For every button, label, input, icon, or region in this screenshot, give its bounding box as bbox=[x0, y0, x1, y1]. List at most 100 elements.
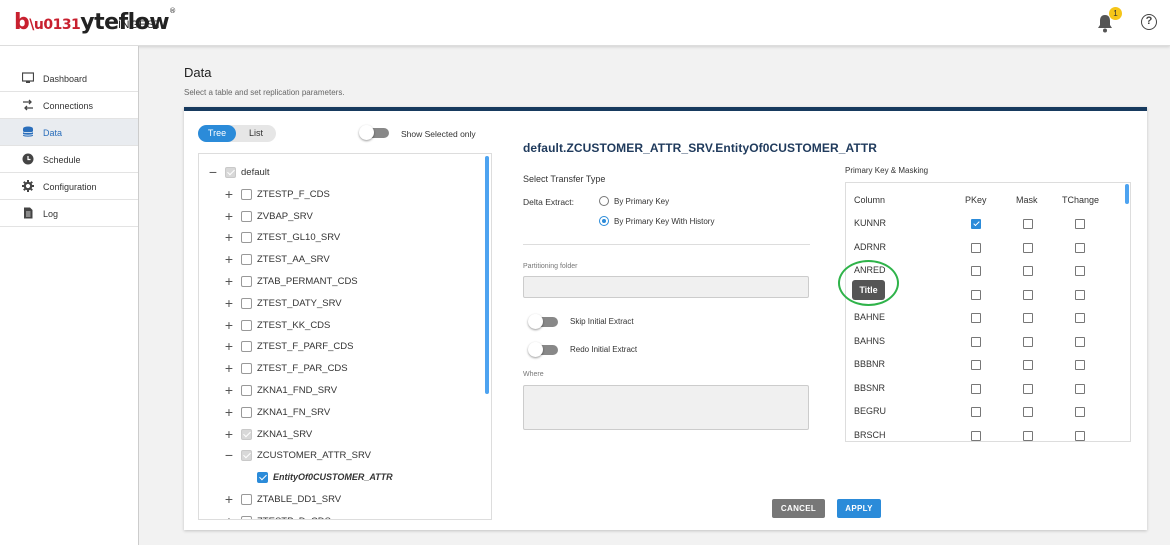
collapse-icon[interactable]: − bbox=[223, 448, 235, 462]
pk-mask-checkbox[interactable] bbox=[1023, 336, 1033, 347]
tree-checkbox[interactable] bbox=[241, 515, 252, 519]
sidebar-item-dashboard[interactable]: Dashboard bbox=[0, 65, 138, 92]
tree-node[interactable]: + ZKNA1_SRV bbox=[199, 425, 489, 445]
pk-pkey-checkbox[interactable] bbox=[971, 407, 981, 417]
tree-node[interactable]: + ZTEST_AA_SRV bbox=[199, 250, 489, 270]
expand-icon[interactable]: + bbox=[223, 274, 235, 288]
tree-node[interactable]: + ZTABLE_DD1_SRV bbox=[199, 490, 489, 510]
expand-icon[interactable]: + bbox=[223, 492, 235, 506]
tree-node[interactable]: + ZTAB_PERMANT_CDS bbox=[199, 272, 489, 292]
apply-button[interactable]: APPLY bbox=[837, 499, 881, 518]
pk-tchange-checkbox[interactable] bbox=[1075, 313, 1085, 323]
tree-checkbox[interactable] bbox=[241, 319, 252, 331]
tree-node[interactable]: + ZTEST_F_PARF_CDS bbox=[199, 337, 489, 357]
expand-icon[interactable]: + bbox=[223, 405, 235, 419]
where-input[interactable] bbox=[523, 385, 809, 430]
pk-pkey-checkbox[interactable] bbox=[971, 242, 981, 253]
sidebar-item-data[interactable]: Data bbox=[0, 119, 138, 146]
expand-icon[interactable]: + bbox=[223, 361, 235, 375]
pk-tchange-checkbox[interactable] bbox=[1075, 219, 1085, 229]
expand-icon[interactable]: + bbox=[223, 383, 235, 397]
tree-node[interactable]: + ZKNA1_FND_SRV bbox=[199, 381, 489, 401]
pk-mask-checkbox[interactable] bbox=[1023, 266, 1033, 276]
pk-pkey-checkbox[interactable] bbox=[971, 383, 981, 394]
expand-icon[interactable]: + bbox=[223, 230, 235, 244]
pk-tchange-checkbox[interactable] bbox=[1075, 430, 1085, 441]
pk-tchange-checkbox[interactable] bbox=[1075, 360, 1085, 370]
tree-node[interactable]: + ZTESTP_F_CDS bbox=[199, 185, 489, 205]
tree-checkbox[interactable] bbox=[241, 363, 252, 375]
expand-icon[interactable]: + bbox=[223, 187, 235, 201]
pk-pkey-checkbox[interactable] bbox=[971, 360, 981, 370]
expand-icon[interactable]: + bbox=[223, 209, 235, 223]
pk-pkey-checkbox[interactable] bbox=[971, 430, 981, 441]
collapse-icon[interactable]: − bbox=[207, 165, 219, 179]
redo-initial-extract-toggle[interactable] bbox=[528, 342, 558, 357]
sidebar-item-schedule[interactable]: Schedule bbox=[0, 146, 138, 173]
pk-mask-checkbox[interactable] bbox=[1023, 360, 1033, 370]
expand-icon[interactable]: + bbox=[223, 427, 235, 441]
pk-tchange-checkbox[interactable] bbox=[1075, 336, 1085, 347]
tree-checkbox[interactable] bbox=[241, 232, 252, 244]
tree-checkbox[interactable] bbox=[241, 341, 252, 353]
pk-scrollbar[interactable] bbox=[1125, 184, 1129, 204]
tree-checkbox[interactable] bbox=[241, 494, 252, 505]
tree-node[interactable]: + ZVBAP_SRV bbox=[199, 207, 489, 227]
tree-checkbox[interactable] bbox=[241, 188, 252, 200]
tree-node[interactable]: − ZCUSTOMER_ATTR_SRV bbox=[199, 446, 489, 466]
tree-checkbox[interactable] bbox=[257, 472, 268, 484]
pk-mask-checkbox[interactable] bbox=[1023, 407, 1033, 417]
cancel-button[interactable]: CANCEL bbox=[772, 499, 825, 518]
pk-tchange-checkbox[interactable] bbox=[1075, 383, 1085, 394]
tree-node[interactable]: + ZTEST_GL10_SRV bbox=[199, 228, 489, 248]
pk-mask-checkbox[interactable] bbox=[1023, 242, 1033, 253]
pk-pkey-checkbox[interactable] bbox=[971, 336, 981, 347]
pk-pkey-checkbox[interactable] bbox=[971, 266, 981, 276]
sidebar-item-log[interactable]: Log bbox=[0, 200, 138, 227]
tree-checkbox[interactable] bbox=[241, 450, 252, 462]
tab-tree[interactable]: Tree bbox=[198, 125, 236, 142]
pk-tchange-checkbox[interactable] bbox=[1075, 289, 1085, 300]
pk-tchange-checkbox[interactable] bbox=[1075, 407, 1085, 417]
expand-icon[interactable]: + bbox=[223, 296, 235, 310]
tree-checkbox[interactable] bbox=[241, 406, 252, 418]
pk-mask-checkbox[interactable] bbox=[1023, 430, 1033, 441]
pk-mask-checkbox[interactable] bbox=[1023, 313, 1033, 323]
help-icon[interactable]: ? bbox=[1141, 14, 1157, 30]
tree-checkbox[interactable] bbox=[241, 210, 252, 222]
tree-checkbox[interactable] bbox=[225, 167, 236, 178]
tree-node[interactable]: EntityOf0CUSTOMER_ATTR bbox=[199, 468, 489, 488]
pk-pkey-checkbox[interactable] bbox=[971, 313, 981, 323]
sidebar-item-configuration[interactable]: Configuration bbox=[0, 173, 138, 200]
expand-icon[interactable]: + bbox=[223, 318, 235, 332]
pk-tchange-checkbox[interactable] bbox=[1075, 242, 1085, 253]
pk-mask-checkbox[interactable] bbox=[1023, 219, 1033, 229]
pk-mask-checkbox[interactable] bbox=[1023, 289, 1033, 300]
radio-by-primary-key[interactable] bbox=[599, 196, 609, 206]
expand-icon[interactable]: + bbox=[223, 252, 235, 266]
tree-checkbox[interactable] bbox=[241, 254, 252, 266]
tree-node[interactable]: − default bbox=[199, 163, 489, 183]
tree-node[interactable]: + ZTEST_KK_CDS bbox=[199, 316, 489, 336]
expand-icon[interactable]: + bbox=[223, 339, 235, 353]
expand-icon[interactable]: + bbox=[223, 514, 235, 519]
radio-by-primary-key-history[interactable] bbox=[599, 216, 609, 226]
skip-initial-extract-toggle[interactable] bbox=[528, 314, 558, 329]
tree-checkbox[interactable] bbox=[241, 276, 252, 287]
pk-pkey-checkbox[interactable] bbox=[971, 289, 981, 300]
tree-node[interactable]: + ZTEST_DATY_SRV bbox=[199, 294, 489, 314]
tree-node[interactable]: + ZTEST_F_PAR_CDS bbox=[199, 359, 489, 379]
tree-checkbox[interactable] bbox=[241, 297, 252, 309]
tree-checkbox[interactable] bbox=[241, 385, 252, 396]
tab-list[interactable]: List bbox=[241, 125, 271, 142]
sidebar-item-connections[interactable]: Connections bbox=[0, 92, 138, 119]
tree-node[interactable]: + ZTESTP_D_CDS bbox=[199, 512, 489, 519]
partitioning-folder-input[interactable] bbox=[523, 276, 809, 298]
pk-tchange-checkbox[interactable] bbox=[1075, 266, 1085, 276]
tree-checkbox[interactable] bbox=[241, 428, 252, 440]
tree-node[interactable]: + ZKNA1_FN_SRV bbox=[199, 403, 489, 423]
pk-pkey-checkbox[interactable] bbox=[971, 219, 981, 229]
pk-mask-checkbox[interactable] bbox=[1023, 383, 1033, 394]
show-selected-toggle[interactable] bbox=[359, 125, 389, 140]
tree-scrollbar[interactable] bbox=[485, 156, 489, 394]
